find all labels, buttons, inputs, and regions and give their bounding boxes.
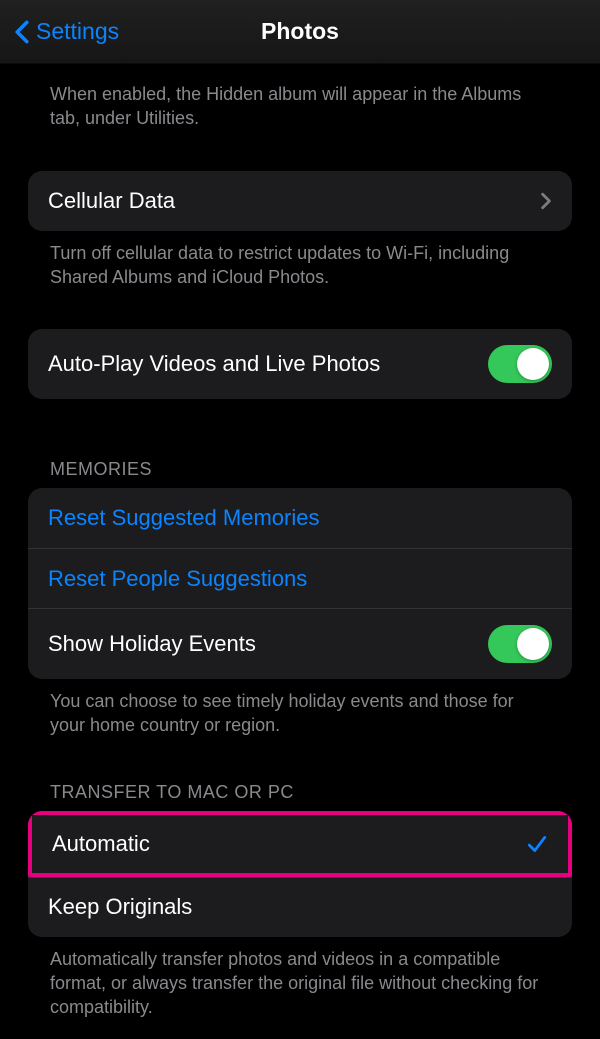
show-holiday-events-row[interactable]: Show Holiday Events — [28, 608, 572, 679]
reset-people-suggestions-row[interactable]: Reset People Suggestions — [28, 548, 572, 608]
reset-people-label: Reset People Suggestions — [48, 566, 307, 592]
automatic-row[interactable]: Automatic — [28, 811, 572, 877]
cellular-data-row[interactable]: Cellular Data — [28, 171, 572, 231]
transfer-group: Automatic Keep Originals — [28, 811, 572, 937]
reset-suggested-memories-row[interactable]: Reset Suggested Memories — [28, 488, 572, 548]
page-title: Photos — [261, 18, 339, 45]
memories-header: MEMORIES — [22, 459, 578, 488]
autoplay-group: Auto-Play Videos and Live Photos — [28, 329, 572, 399]
memories-footer: You can choose to see timely holiday eve… — [22, 679, 578, 738]
automatic-label: Automatic — [52, 831, 150, 857]
chevron-left-icon — [14, 20, 30, 44]
reset-suggested-label: Reset Suggested Memories — [48, 505, 319, 531]
back-label: Settings — [36, 18, 119, 45]
back-button[interactable]: Settings — [0, 18, 119, 45]
cellular-footer: Turn off cellular data to restrict updat… — [22, 231, 578, 290]
checkmark-icon — [526, 833, 548, 855]
autoplay-toggle[interactable] — [488, 345, 552, 383]
transfer-header: TRANSFER TO MAC OR PC — [22, 782, 578, 811]
hidden-album-footer: When enabled, the Hidden album will appe… — [22, 64, 578, 131]
cellular-data-label: Cellular Data — [48, 188, 175, 214]
autoplay-row[interactable]: Auto-Play Videos and Live Photos — [28, 329, 572, 399]
navigation-bar: Settings Photos — [0, 0, 600, 64]
chevron-right-icon — [540, 192, 552, 210]
autoplay-label: Auto-Play Videos and Live Photos — [48, 351, 380, 377]
holiday-label: Show Holiday Events — [48, 631, 256, 657]
keep-originals-label: Keep Originals — [48, 894, 192, 920]
cellular-group: Cellular Data — [28, 171, 572, 231]
transfer-footer: Automatically transfer photos and videos… — [22, 937, 578, 1020]
keep-originals-row[interactable]: Keep Originals — [28, 877, 572, 937]
memories-group: Reset Suggested Memories Reset People Su… — [28, 488, 572, 679]
holiday-toggle[interactable] — [488, 625, 552, 663]
